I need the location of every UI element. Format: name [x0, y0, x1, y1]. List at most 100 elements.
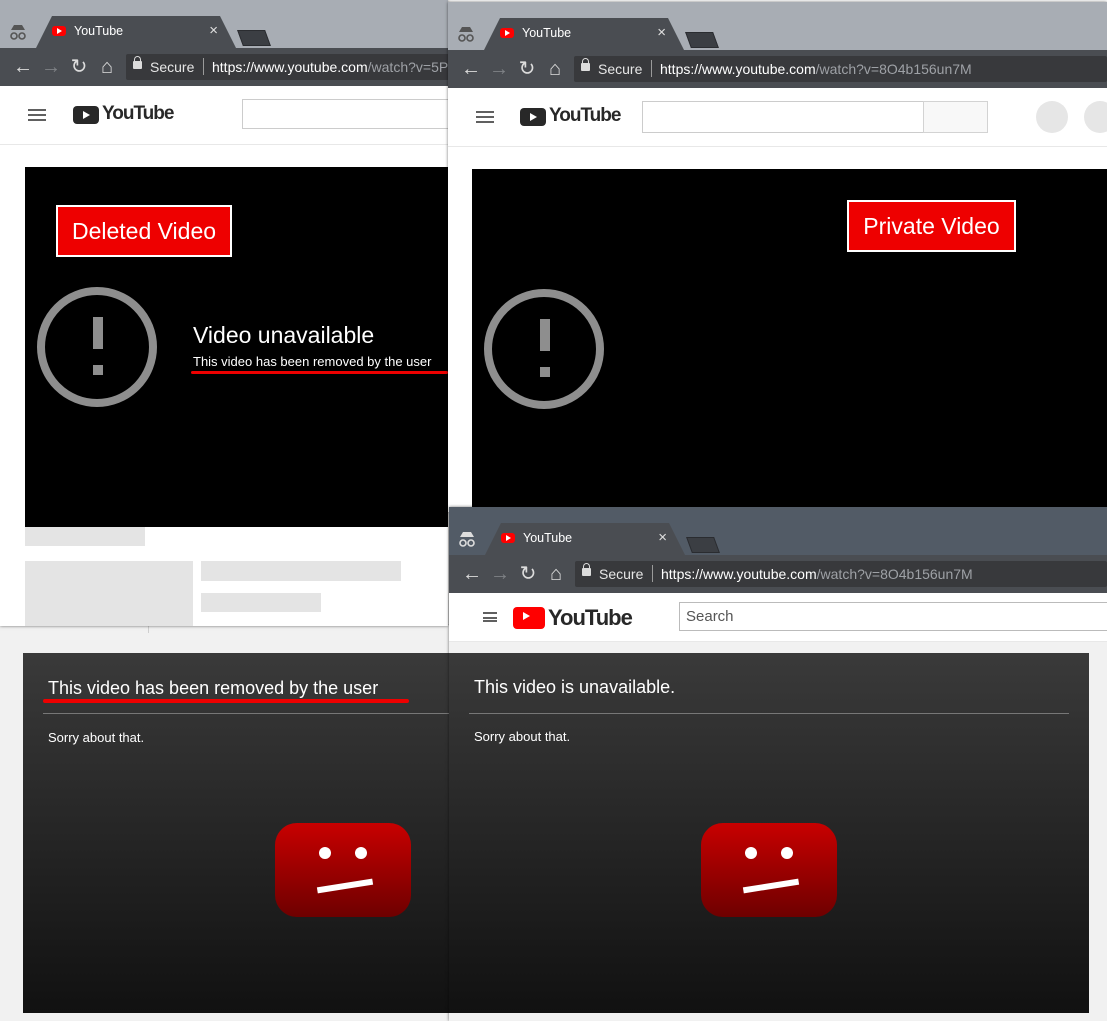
sad-youtube-icon: [701, 823, 837, 917]
old-error-panel: This video has been removed by the user …: [23, 653, 450, 1013]
placeholder-bar: [25, 527, 145, 546]
youtube-header: YouTube: [0, 86, 448, 145]
error-title: This video is unavailable.: [474, 677, 676, 697]
browser-window-deleted: YouTube × ← → ↻ ⌂ Secure https://www.you…: [0, 0, 448, 626]
reload-icon[interactable]: ↻: [517, 563, 539, 585]
error-divider: [43, 713, 450, 714]
youtube-play-icon: [513, 607, 545, 629]
url-path: /watch?v=8O4b156un7M: [816, 566, 973, 582]
youtube-logo[interactable]: YouTube: [513, 605, 633, 630]
new-tab-button[interactable]: [685, 32, 719, 48]
search-input[interactable]: Search: [679, 602, 1107, 631]
tab-close-icon[interactable]: ×: [657, 24, 666, 41]
tab-youtube[interactable]: YouTube ×: [485, 523, 685, 555]
youtube-favicon-icon: [52, 26, 66, 36]
placeholder-line: [201, 561, 401, 581]
new-tab-button[interactable]: [686, 537, 720, 553]
back-icon[interactable]: ←: [461, 563, 483, 585]
old-page-deleted: YouTube This video has been removed by t…: [0, 600, 451, 1021]
logo-text: YouTube: [548, 605, 633, 630]
incognito-icon: [459, 532, 475, 547]
back-icon[interactable]: ←: [12, 56, 34, 78]
error-subtitle: Sorry about that.: [474, 729, 571, 744]
placeholder-line: [201, 593, 321, 612]
private-video-label: Private Video: [847, 200, 1016, 252]
browser-toolbar: ← → ↻ ⌂ Secure https://www.youtube.com/w…: [448, 50, 1107, 88]
search-button[interactable]: [923, 101, 988, 133]
search-input[interactable]: [642, 101, 924, 133]
warning-dot: [540, 367, 550, 377]
home-icon[interactable]: ⌂: [544, 58, 566, 80]
home-icon[interactable]: ⌂: [545, 563, 567, 585]
forward-icon[interactable]: →: [488, 58, 510, 80]
address-bar[interactable]: Secure https://www.youtube.com/watch?v=8…: [575, 561, 1107, 587]
url-text: https://www.youtube.com/watch?v=5P: [212, 59, 448, 75]
tab-youtube[interactable]: YouTube ×: [484, 18, 684, 50]
logo-text: YouTube: [549, 105, 621, 126]
video-player: Deleted Video Video unavailable This vid…: [25, 167, 448, 527]
tab-youtube[interactable]: YouTube ×: [36, 16, 236, 48]
youtube-logo[interactable]: YouTube: [73, 103, 174, 124]
youtube-play-icon: [73, 106, 99, 124]
tab-title: YouTube: [74, 24, 124, 38]
deleted-video-label: Deleted Video: [56, 205, 232, 257]
sad-eye-left: [745, 847, 757, 859]
menu-icon[interactable]: [476, 111, 494, 123]
youtube-favicon-icon: [501, 533, 515, 543]
search-placeholder: Search: [686, 608, 734, 625]
url-path: /watch?v=8O4b156un7M: [815, 61, 972, 77]
lock-icon: [133, 56, 142, 69]
youtube-favicon-icon: [500, 28, 514, 38]
address-separator: [651, 60, 652, 77]
back-icon[interactable]: ←: [460, 58, 482, 80]
sad-eye-right: [781, 847, 793, 859]
video-player: Private Video: [472, 169, 1107, 512]
address-bar[interactable]: Secure https://www.youtube.com/watch?v=5…: [126, 54, 448, 80]
menu-icon[interactable]: [28, 109, 46, 121]
tab-close-icon[interactable]: ×: [658, 529, 667, 546]
tab-strip: YouTube ×: [449, 507, 1107, 555]
warning-icon: [37, 287, 157, 407]
youtube-header: YouTube Search: [449, 593, 1107, 642]
error-divider: [469, 713, 1069, 714]
url-host: https://www.youtube.com: [661, 566, 817, 582]
secure-label: Secure: [598, 61, 643, 77]
browser-toolbar: ← → ↻ ⌂ Secure https://www.youtube.com/w…: [449, 555, 1107, 593]
url-host: https://www.youtube.com: [212, 59, 368, 75]
warning-bang: [540, 319, 550, 351]
forward-icon[interactable]: →: [40, 56, 62, 78]
youtube-header: YouTube: [448, 88, 1107, 147]
url-text: https://www.youtube.com/watch?v=8O4b156u…: [661, 566, 973, 582]
subtitle-underline: [191, 371, 448, 374]
tab-title: YouTube: [523, 531, 573, 545]
secure-label: Secure: [150, 59, 195, 75]
reload-icon[interactable]: ↻: [516, 58, 538, 80]
logo-text: YouTube: [102, 103, 174, 124]
search-input[interactable]: [242, 99, 448, 129]
apps-placeholder-icon[interactable]: [1036, 101, 1068, 133]
forward-icon[interactable]: →: [489, 563, 511, 585]
sad-youtube-icon: [275, 823, 411, 917]
placeholder-thumbnail: [25, 561, 193, 626]
address-bar[interactable]: Secure https://www.youtube.com/watch?v=8…: [574, 56, 1107, 82]
error-title-underline: [43, 699, 409, 703]
tab-strip: YouTube ×: [448, 2, 1107, 50]
tab-title: YouTube: [522, 26, 572, 40]
warning-bang: [93, 317, 103, 349]
tab-strip: YouTube ×: [0, 0, 448, 48]
menu-icon[interactable]: [483, 612, 497, 622]
incognito-icon: [10, 25, 26, 40]
player-error-subtitle: This video has been removed by the user: [193, 354, 432, 369]
player-error-title: Video unavailable: [193, 322, 375, 348]
home-icon[interactable]: ⌂: [96, 56, 118, 78]
youtube-logo[interactable]: YouTube: [520, 105, 621, 126]
url-path: /watch?v=5P: [367, 59, 448, 75]
warning-icon: [484, 289, 604, 409]
avatar-placeholder-icon[interactable]: [1084, 101, 1107, 133]
lock-icon: [582, 563, 591, 576]
new-tab-button[interactable]: [237, 30, 271, 46]
reload-icon[interactable]: ↻: [68, 56, 90, 78]
incognito-icon: [458, 27, 474, 42]
address-separator: [652, 565, 653, 582]
tab-close-icon[interactable]: ×: [209, 22, 218, 39]
